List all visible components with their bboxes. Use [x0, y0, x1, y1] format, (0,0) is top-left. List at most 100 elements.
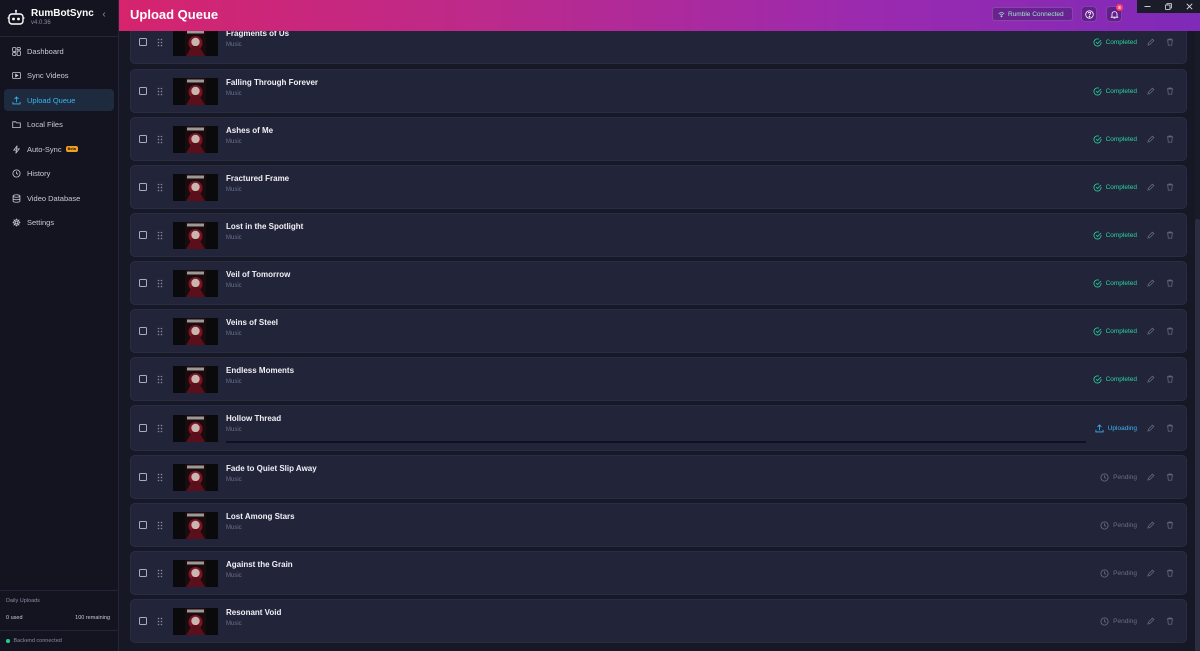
edit-button[interactable]: [1146, 616, 1156, 626]
maximize-button[interactable]: [1158, 0, 1179, 13]
drag-handle-icon[interactable]: [157, 135, 163, 144]
queue-row[interactable]: Veil of Tomorrow Music Completed: [130, 261, 1187, 305]
drag-handle-icon[interactable]: [157, 183, 163, 192]
delete-button[interactable]: [1165, 134, 1175, 144]
select-checkbox[interactable]: [139, 569, 147, 577]
select-checkbox[interactable]: [139, 424, 147, 432]
queue-row[interactable]: Falling Through Forever Music Completed: [130, 69, 1187, 113]
delete-button[interactable]: [1165, 568, 1175, 578]
status-dot-icon: [6, 639, 10, 643]
drag-handle-icon[interactable]: [157, 279, 163, 288]
video-thumbnail: [173, 365, 218, 393]
status-badge: Pending: [1100, 616, 1137, 626]
edit-button[interactable]: [1146, 520, 1156, 530]
queue-row[interactable]: Resonant Void Music Pending: [130, 599, 1187, 643]
window-controls: [1137, 0, 1200, 13]
sidebar-item-settings[interactable]: Settings: [4, 212, 114, 234]
select-checkbox[interactable]: [139, 87, 147, 95]
close-button[interactable]: [1179, 0, 1200, 13]
sidebar-item-sync-videos[interactable]: Sync Videos: [4, 65, 114, 87]
edit-button[interactable]: [1146, 182, 1156, 192]
history-icon: [12, 169, 21, 178]
queue-row[interactable]: Fade to Quiet Slip Away Music Pending: [130, 455, 1187, 499]
queue-row[interactable]: Hollow Thread Music Uploading: [130, 405, 1187, 451]
queue-row[interactable]: Endless Moments Music Completed: [130, 357, 1187, 401]
pencil-icon: [1147, 617, 1155, 625]
sidebar-item-history[interactable]: History: [4, 163, 114, 185]
sidebar-item-dashboard[interactable]: Dashboard: [4, 40, 114, 62]
delete-button[interactable]: [1165, 423, 1175, 433]
drag-handle-icon[interactable]: [157, 424, 163, 433]
edit-button[interactable]: [1146, 230, 1156, 240]
queue-row[interactable]: Lost in the Spotlight Music Completed: [130, 213, 1187, 257]
divider: [0, 36, 119, 37]
queue-row[interactable]: Against the Grain Music Pending: [130, 551, 1187, 595]
delete-button[interactable]: [1165, 86, 1175, 96]
pencil-icon: [1147, 183, 1155, 191]
delete-button[interactable]: [1165, 182, 1175, 192]
select-checkbox[interactable]: [139, 183, 147, 191]
delete-button[interactable]: [1165, 37, 1175, 47]
edit-button[interactable]: [1146, 374, 1156, 384]
delete-button[interactable]: [1165, 616, 1175, 626]
drag-handle-icon[interactable]: [157, 87, 163, 96]
pencil-icon: [1147, 569, 1155, 577]
edit-button[interactable]: [1146, 37, 1156, 47]
edit-button[interactable]: [1146, 326, 1156, 336]
scrollbar[interactable]: [1195, 31, 1200, 651]
pencil-icon: [1147, 375, 1155, 383]
drag-handle-icon[interactable]: [157, 473, 163, 482]
status-label: Completed: [1105, 183, 1137, 191]
delete-button[interactable]: [1165, 472, 1175, 482]
select-checkbox[interactable]: [139, 617, 147, 625]
upload-queue-list[interactable]: Fragments of Us Music Completed Falling Thr…: [119, 31, 1200, 651]
select-checkbox[interactable]: [139, 231, 147, 239]
drag-handle-icon[interactable]: [157, 231, 163, 240]
queue-row[interactable]: Fractured Frame Music Completed: [130, 165, 1187, 209]
select-checkbox[interactable]: [139, 279, 147, 287]
select-checkbox[interactable]: [139, 38, 147, 46]
scrollbar-thumb[interactable]: [1195, 219, 1200, 651]
video-title: Lost Among Stars: [226, 512, 295, 521]
drag-handle-icon[interactable]: [157, 617, 163, 626]
status-label: Pending: [1113, 617, 1137, 625]
queue-row[interactable]: Fragments of Us Music Completed: [130, 31, 1187, 64]
delete-button[interactable]: [1165, 278, 1175, 288]
minimize-button[interactable]: [1137, 0, 1158, 13]
drag-handle-icon[interactable]: [157, 521, 163, 530]
select-checkbox[interactable]: [139, 521, 147, 529]
select-checkbox[interactable]: [139, 375, 147, 383]
video-thumbnail: [173, 269, 218, 297]
sidebar-item-local-files[interactable]: Local Files: [4, 114, 114, 136]
video-title: Endless Moments: [226, 366, 295, 375]
queue-row[interactable]: Lost Among Stars Music Pending: [130, 503, 1187, 547]
pencil-icon: [1147, 424, 1155, 432]
sidebar-item-auto-sync[interactable]: Auto-Sync Beta: [4, 138, 114, 160]
collapse-sidebar-button[interactable]: ‹: [99, 10, 109, 20]
notifications-button[interactable]: 8: [1106, 4, 1123, 22]
video-thumbnail: [173, 317, 218, 345]
select-checkbox[interactable]: [139, 327, 147, 335]
drag-handle-icon[interactable]: [157, 569, 163, 578]
edit-button[interactable]: [1146, 134, 1156, 144]
delete-button[interactable]: [1165, 520, 1175, 530]
select-checkbox[interactable]: [139, 135, 147, 143]
drag-handle-icon[interactable]: [157, 38, 163, 47]
delete-button[interactable]: [1165, 326, 1175, 336]
help-button[interactable]: [1081, 6, 1097, 22]
edit-button[interactable]: [1146, 568, 1156, 578]
edit-button[interactable]: [1146, 86, 1156, 96]
delete-button[interactable]: [1165, 374, 1175, 384]
queue-row[interactable]: Veins of Steel Music Completed: [130, 309, 1187, 353]
delete-button[interactable]: [1165, 230, 1175, 240]
sidebar-item-upload-queue[interactable]: Upload Queue: [4, 89, 114, 111]
edit-button[interactable]: [1146, 278, 1156, 288]
select-checkbox[interactable]: [139, 473, 147, 481]
edit-button[interactable]: [1146, 472, 1156, 482]
edit-button[interactable]: [1146, 423, 1156, 433]
drag-handle-icon[interactable]: [157, 375, 163, 384]
sidebar-item-video-database[interactable]: Video Database: [4, 187, 114, 209]
status-badge: Pending: [1100, 568, 1137, 578]
queue-row[interactable]: Ashes of Me Music Completed: [130, 117, 1187, 161]
drag-handle-icon[interactable]: [157, 327, 163, 336]
